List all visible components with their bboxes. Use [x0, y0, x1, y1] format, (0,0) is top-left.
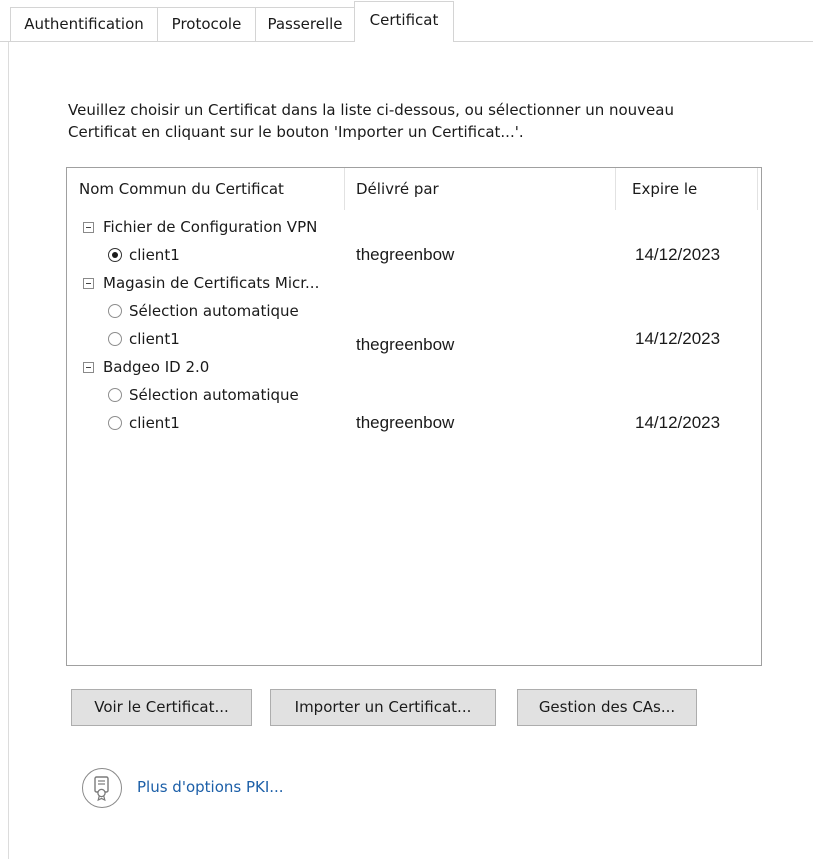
certificate-row[interactable]: client1 thegreenbow 14/12/2023 [67, 242, 761, 268]
certificate-name: client1 [129, 246, 180, 264]
certificate-name: Sélection automatique [129, 302, 299, 320]
certificate-row[interactable]: Sélection automatique [67, 298, 761, 324]
radio-unselected[interactable] [108, 416, 122, 430]
group-label: Fichier de Configuration VPN [103, 218, 318, 236]
radio-unselected[interactable] [108, 304, 122, 318]
tree-group-vpn-config[interactable]: Fichier de Configuration VPN [67, 214, 761, 240]
certificate-icon[interactable] [82, 768, 122, 808]
more-pki-options-link[interactable]: Plus d'options PKI... [137, 776, 284, 798]
view-certificate-button[interactable]: Voir le Certificat... [71, 689, 252, 726]
certificate-name: client1 [129, 330, 180, 348]
column-separator[interactable] [615, 168, 616, 210]
group-label: Badgeo ID 2.0 [103, 358, 210, 376]
certificate-expiry: 14/12/2023 [635, 413, 721, 432]
column-separator[interactable] [344, 168, 345, 210]
certificate-list[interactable]: Nom Commun du Certificat Délivré par Exp… [66, 167, 762, 666]
instructions-line-1: Veuillez choisir un Certificat dans la l… [68, 101, 674, 119]
certificate-name: client1 [129, 414, 180, 432]
certificate-expiry: 14/12/2023 [635, 329, 721, 348]
instructions-line-2: Certificat en cliquant sur le bouton 'Im… [68, 123, 524, 141]
tab-bar: Authentification Protocole Passerelle Ce… [0, 0, 813, 42]
certificate-row[interactable]: client1 thegreenbow 14/12/2023 [67, 410, 761, 436]
tree-group-ms-store[interactable]: Magasin de Certificats Micr... [67, 270, 761, 296]
group-label: Magasin de Certificats Micr... [103, 274, 320, 292]
tab-certificat[interactable]: Certificat [354, 1, 454, 42]
certificate-row[interactable]: client1 thegreenbow 14/12/2023 [67, 326, 761, 354]
radio-unselected[interactable] [108, 332, 122, 346]
radio-unselected[interactable] [108, 388, 122, 402]
radio-selected[interactable] [108, 248, 122, 262]
column-header-issued-by[interactable]: Délivré par [356, 168, 616, 210]
tab-passerelle[interactable]: Passerelle [255, 7, 355, 41]
tree-group-badgeo[interactable]: Badgeo ID 2.0 [67, 354, 761, 380]
tab-authentification[interactable]: Authentification [10, 7, 158, 41]
collapse-icon[interactable] [83, 222, 94, 233]
certificate-issuer: thegreenbow [356, 245, 455, 264]
column-header-common-name[interactable]: Nom Commun du Certificat [79, 168, 339, 210]
column-header-expires[interactable]: Expire le [632, 168, 752, 210]
instructions-text: Veuillez choisir un Certificat dans la l… [68, 99, 768, 143]
certificate-icon-glyph [94, 776, 109, 802]
certificate-issuer: thegreenbow [356, 413, 455, 432]
tab-protocole[interactable]: Protocole [157, 7, 256, 41]
collapse-icon[interactable] [83, 362, 94, 373]
certificate-row[interactable]: Sélection automatique [67, 382, 761, 408]
manage-cas-button[interactable]: Gestion des CAs... [517, 689, 697, 726]
collapse-icon[interactable] [83, 278, 94, 289]
certificate-name: Sélection automatique [129, 386, 299, 404]
column-separator[interactable] [757, 168, 758, 210]
certificate-expiry: 14/12/2023 [635, 245, 721, 264]
import-certificate-button[interactable]: Importer un Certificat... [270, 689, 496, 726]
